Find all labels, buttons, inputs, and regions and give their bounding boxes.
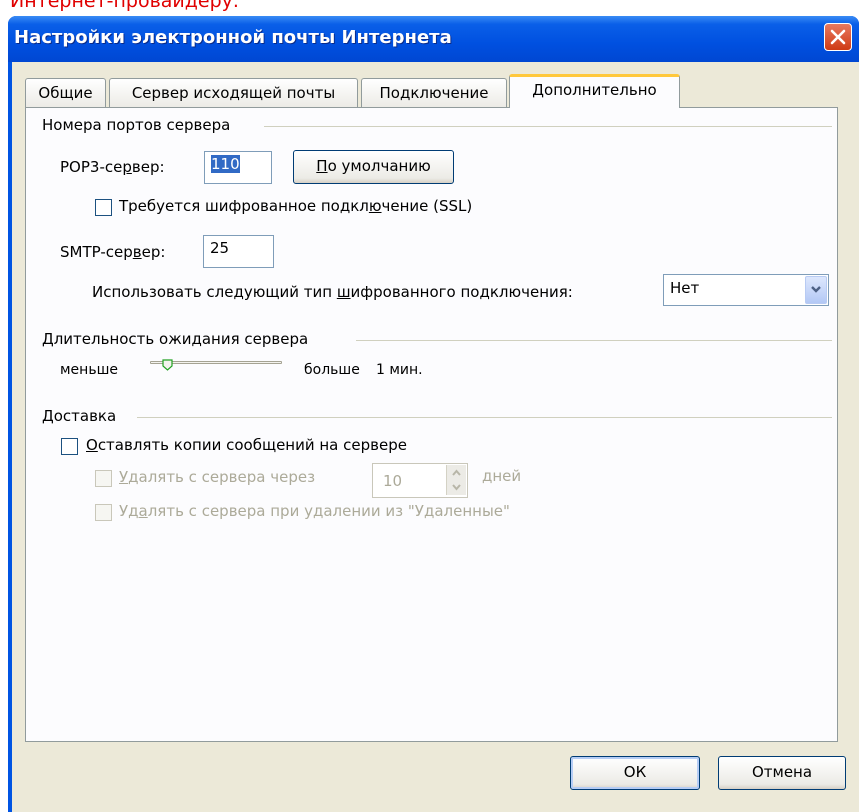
timeout-slider[interactable] <box>150 356 282 376</box>
remove-after-checkbox[interactable] <box>95 470 112 487</box>
ok-label: ОК <box>623 763 647 781</box>
keep-copies-label: Оставлять копии сообщений на сервере <box>86 436 407 454</box>
encryption-type-label: Использовать следующий тип шифрованного … <box>92 283 573 301</box>
tab-general[interactable]: Общие <box>25 78 106 107</box>
spin-down-button[interactable] <box>447 480 466 495</box>
tab-label: Подключение <box>379 84 489 102</box>
page-text-fragment: Интернет-провайдеру. <box>10 0 239 12</box>
smtp-port-value: 25 <box>210 239 230 257</box>
default-ports-button[interactable]: По умолчанию <box>293 150 454 184</box>
tab-label: Дополнительно <box>532 81 657 99</box>
cancel-label: Отмена <box>751 763 813 781</box>
tab-advanced[interactable]: Дополнительно <box>509 74 680 108</box>
tab-label: Сервер исходящей почты <box>131 84 336 102</box>
days-label: дней <box>482 467 522 485</box>
chevron-down-icon <box>452 484 461 491</box>
close-icon <box>830 29 846 45</box>
title-bar[interactable]: Настройки электронной почты Интернета <box>8 16 859 62</box>
timeout-more-label: больше <box>304 362 360 378</box>
group-divider <box>137 417 832 418</box>
dropdown-button[interactable] <box>805 276 827 304</box>
smtp-port-input[interactable]: 25 <box>203 235 274 268</box>
pop3-label: POP3-сервер: <box>60 158 165 176</box>
remove-on-delete-checkbox[interactable] <box>95 504 112 521</box>
smtp-label: SMTP-сервер: <box>60 243 166 261</box>
ports-group-label: Номера портов сервера <box>42 116 231 134</box>
remove-on-delete-label: Удалять с сервера при удалении из "Удале… <box>119 502 510 520</box>
spin-up-button[interactable] <box>447 465 466 480</box>
tab-label: Общие <box>38 84 93 102</box>
pop3-port-input[interactable]: 110 <box>204 151 272 184</box>
window-title: Настройки электронной почты Интернета <box>14 27 452 48</box>
encryption-type-value: Нет <box>670 279 700 297</box>
days-value: 10 <box>383 472 403 490</box>
ok-button[interactable]: ОК <box>570 756 700 790</box>
email-settings-dialog: Настройки электронной почты Интернета Об… <box>8 16 859 812</box>
timeout-less-label: меньше <box>60 362 119 378</box>
timeout-group-label: Длительность ожидания сервера <box>42 330 309 348</box>
advanced-tab-panel: Номера портов сервера POP3-сервер: 110 П… <box>25 107 838 742</box>
keep-copies-checkbox[interactable] <box>61 438 78 455</box>
tab-connection[interactable]: Подключение <box>361 78 507 107</box>
days-spinner[interactable] <box>446 465 466 495</box>
timeout-value-label: 1 мин. <box>376 362 423 378</box>
tab-outgoing-server[interactable]: Сервер исходящей почты <box>109 78 358 107</box>
ssl-required-checkbox[interactable] <box>95 199 112 216</box>
remove-after-days-input[interactable]: 10 <box>372 463 468 498</box>
group-divider <box>264 126 832 127</box>
slider-thumb[interactable] <box>162 359 173 371</box>
group-divider <box>356 340 832 341</box>
default-ports-label: о умолчанию <box>327 157 431 175</box>
close-button[interactable] <box>824 23 852 51</box>
cancel-button[interactable]: Отмена <box>718 756 846 790</box>
pop3-port-value: 110 <box>211 155 240 173</box>
ssl-required-label: Требуется шифрованное подключение (SSL) <box>119 197 473 215</box>
chevron-down-icon <box>811 286 821 293</box>
dialog-client-area: Общие Сервер исходящей почты Подключение… <box>12 62 859 812</box>
chevron-up-icon <box>452 469 461 476</box>
delivery-group-label: Доставка <box>42 407 117 425</box>
encryption-type-select[interactable]: Нет <box>663 274 829 306</box>
remove-after-label: Удалять с сервера через <box>119 468 316 486</box>
